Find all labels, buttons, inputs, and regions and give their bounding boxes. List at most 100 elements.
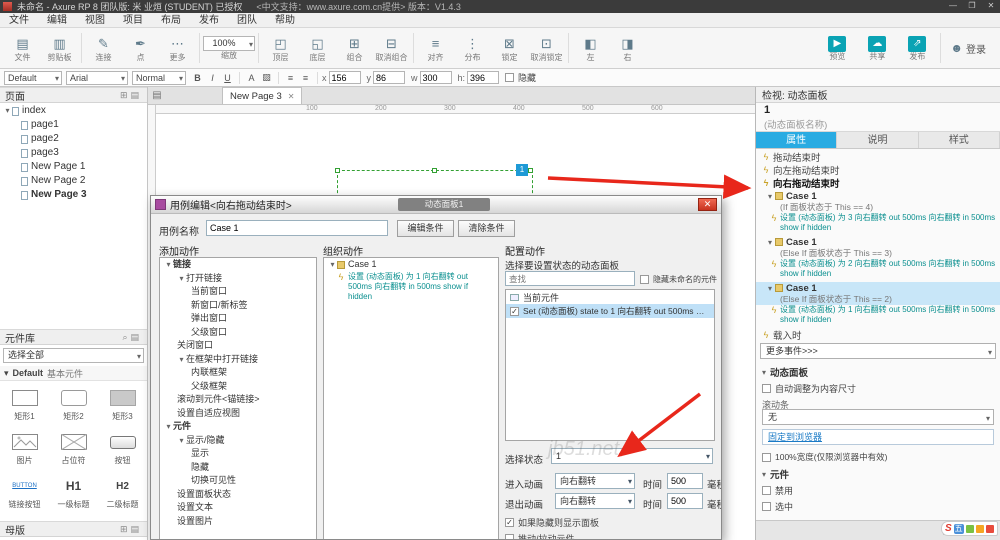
case-1-header[interactable]: ▾Case 1	[756, 190, 1000, 202]
w-field[interactable]	[420, 71, 452, 84]
selected-checkbox[interactable]: 选中	[762, 500, 793, 513]
enter-time-input[interactable]	[667, 473, 703, 489]
login-button[interactable]: ☻登录	[950, 39, 986, 57]
menu-help[interactable]: 帮助	[266, 13, 304, 28]
action-group-link[interactable]: ▾链接	[160, 258, 316, 272]
hide-unnamed-checkbox-box[interactable]	[640, 275, 649, 284]
action-group-show-hide[interactable]: ▾显示/隐藏	[160, 434, 316, 448]
set-state-row-selected[interactable]: Set (动态面板) state to 1 向右翻转 out 500ms 向右翻…	[506, 304, 714, 318]
show-if-hidden-checkbox[interactable]: 如果隐藏则显示面板	[505, 516, 599, 529]
send-back-button[interactable]: ◱底层	[299, 35, 336, 62]
menu-edit[interactable]: 编辑	[38, 13, 76, 28]
action-item[interactable]: 父级框架	[160, 380, 316, 394]
maximize-icon[interactable]: ❐	[963, 1, 981, 12]
case-3-header-selected[interactable]: ▾Case 1	[756, 282, 1000, 294]
align-right-button[interactable]: ◨右	[609, 35, 646, 62]
menu-file[interactable]: 文件	[0, 13, 38, 28]
hide-checkbox[interactable]: 隐藏	[505, 71, 536, 84]
style-dropdown[interactable]: Default	[4, 71, 62, 85]
widget-h1[interactable]: H1一级标题	[49, 471, 98, 515]
page-list-icon[interactable]: ▤	[148, 87, 166, 104]
distribute-button[interactable]: ⋮分布	[454, 35, 491, 62]
ime-toolbar[interactable]: S 五	[941, 521, 998, 536]
event-swiperight[interactable]: 向右拖动结束时	[756, 176, 1000, 189]
event-dragdrop[interactable]: 拖动结束时	[756, 150, 1000, 163]
text-color-icon[interactable]: A	[244, 73, 259, 83]
action-item[interactable]: 显示	[160, 447, 316, 461]
action-item[interactable]: 设置图片	[160, 515, 316, 529]
action-group-widget[interactable]: ▾元件	[160, 420, 316, 434]
clear-condition-button[interactable]: 清除条件	[458, 220, 515, 237]
x-field[interactable]	[329, 71, 361, 84]
dialog-close-icon[interactable]: ✕	[698, 198, 717, 211]
action-item[interactable]: 新窗口/新标签	[160, 299, 316, 313]
enter-animation-dropdown[interactable]: 向右翻转	[555, 473, 635, 489]
show-if-hidden-checkbox-box[interactable]	[505, 518, 514, 527]
expand-icon[interactable]: ▾	[328, 258, 337, 272]
section-dynamic-panel[interactable]: ▾动态面板	[756, 365, 1000, 379]
expand-icon[interactable]: ▾	[3, 104, 12, 118]
publish-button[interactable]: ⇗发布	[897, 36, 937, 61]
widget-name-placeholder[interactable]: (动态面板名称)	[764, 117, 827, 131]
ungroup-button[interactable]: ⊟取消组合	[373, 35, 410, 62]
underline-button[interactable]: U	[220, 73, 235, 83]
menu-team[interactable]: 团队	[228, 13, 266, 28]
page-item-active[interactable]: New Page 3	[0, 188, 147, 202]
set-state-checkbox[interactable]	[510, 307, 519, 316]
organize-case-row[interactable]: ▾Case 1	[324, 258, 498, 272]
expand-icon[interactable]: ▾	[177, 353, 186, 367]
masters-panel-icons[interactable]: ⊞▤	[120, 524, 142, 535]
expand-icon[interactable]: ▾	[177, 434, 186, 448]
disabled-checkbox-box[interactable]	[762, 486, 771, 495]
event-onload[interactable]: 载入时	[756, 328, 1000, 341]
case-2-action[interactable]: 设置 (动态面板) 为 2 向右翻转 out 500ms 向右翻转 in 500…	[756, 259, 1000, 280]
collapse-icon[interactable]: ▾	[4, 368, 9, 379]
current-widget-row[interactable]: 当前元件	[506, 290, 714, 304]
library-panel-icons[interactable]: ⌕▤	[122, 332, 142, 343]
section-widget[interactable]: ▾元件	[756, 467, 1000, 481]
font-dropdown[interactable]: Arial	[66, 71, 128, 85]
case-3-action[interactable]: 设置 (动态面板) 为 1 向右翻转 out 500ms 向右翻转 in 500…	[756, 305, 1000, 326]
close-icon[interactable]: ✕	[982, 1, 1000, 12]
widget-link-button[interactable]: BUTTON链接按钮	[0, 471, 49, 515]
case-2-header[interactable]: ▾Case 1	[756, 236, 1000, 248]
disabled-checkbox[interactable]: 禁用	[762, 484, 793, 497]
ime-tool-icon[interactable]	[986, 525, 994, 533]
menu-publish[interactable]: 发布	[190, 13, 228, 28]
page-item-index[interactable]: ▾index	[0, 104, 147, 118]
organize-action-row[interactable]: 设置 (动态面板) 为 1 向右翻转 out 500ms 向右翻转 in 500…	[324, 272, 498, 302]
point-tool-button[interactable]: ✒点	[122, 35, 159, 62]
widget-name-value[interactable]: 1	[764, 104, 770, 116]
font-weight-dropdown[interactable]: Normal	[132, 71, 186, 85]
tab-close-icon[interactable]: ✕	[288, 92, 295, 101]
resize-handle[interactable]	[528, 168, 533, 173]
lock-button[interactable]: ⊠锁定	[491, 35, 528, 62]
tab-notes[interactable]: 说明	[837, 132, 918, 148]
pin-to-browser-link[interactable]: 固定到浏览器	[762, 429, 994, 445]
ime-mode-icon[interactable]: 五	[954, 524, 964, 534]
action-item[interactable]: 隐藏	[160, 461, 316, 475]
edit-condition-button[interactable]: 编辑条件	[397, 220, 454, 237]
widget-h2[interactable]: H2二级标题	[98, 471, 147, 515]
action-group-frame[interactable]: ▾在框架中打开链接	[160, 353, 316, 367]
library-section-header[interactable]: ▾ Default 基本元件	[0, 366, 147, 381]
bold-button[interactable]: B	[190, 73, 205, 83]
widget-button[interactable]: 按钮	[98, 427, 147, 471]
unlock-button[interactable]: ⊡取消锁定	[528, 35, 565, 62]
action-item[interactable]: 滚动到元件<锚链接>	[160, 393, 316, 407]
align-button[interactable]: ≡对齐	[417, 35, 454, 62]
expand-icon[interactable]: ▾	[164, 258, 173, 272]
auto-fit-checkbox-box[interactable]	[762, 384, 771, 393]
page-item[interactable]: New Page 2	[0, 174, 147, 188]
connect-tool-button[interactable]: ✎连接	[85, 35, 122, 62]
menu-project[interactable]: 项目	[114, 13, 152, 28]
file-tool-button[interactable]: ▤文件	[4, 35, 41, 62]
push-pull-checkbox-box[interactable]	[505, 534, 514, 540]
hide-checkbox-box[interactable]	[505, 73, 514, 82]
align-text-center-icon[interactable]: ≡	[298, 73, 313, 83]
hide-unnamed-checkbox[interactable]: 隐藏未命名的元件	[640, 274, 717, 285]
expand-icon[interactable]: ▾	[164, 420, 173, 434]
fill-color-icon[interactable]: ▨	[259, 72, 274, 83]
auto-fit-checkbox[interactable]: 自动调整为内容尺寸	[762, 382, 856, 395]
italic-button[interactable]: I	[205, 73, 220, 83]
